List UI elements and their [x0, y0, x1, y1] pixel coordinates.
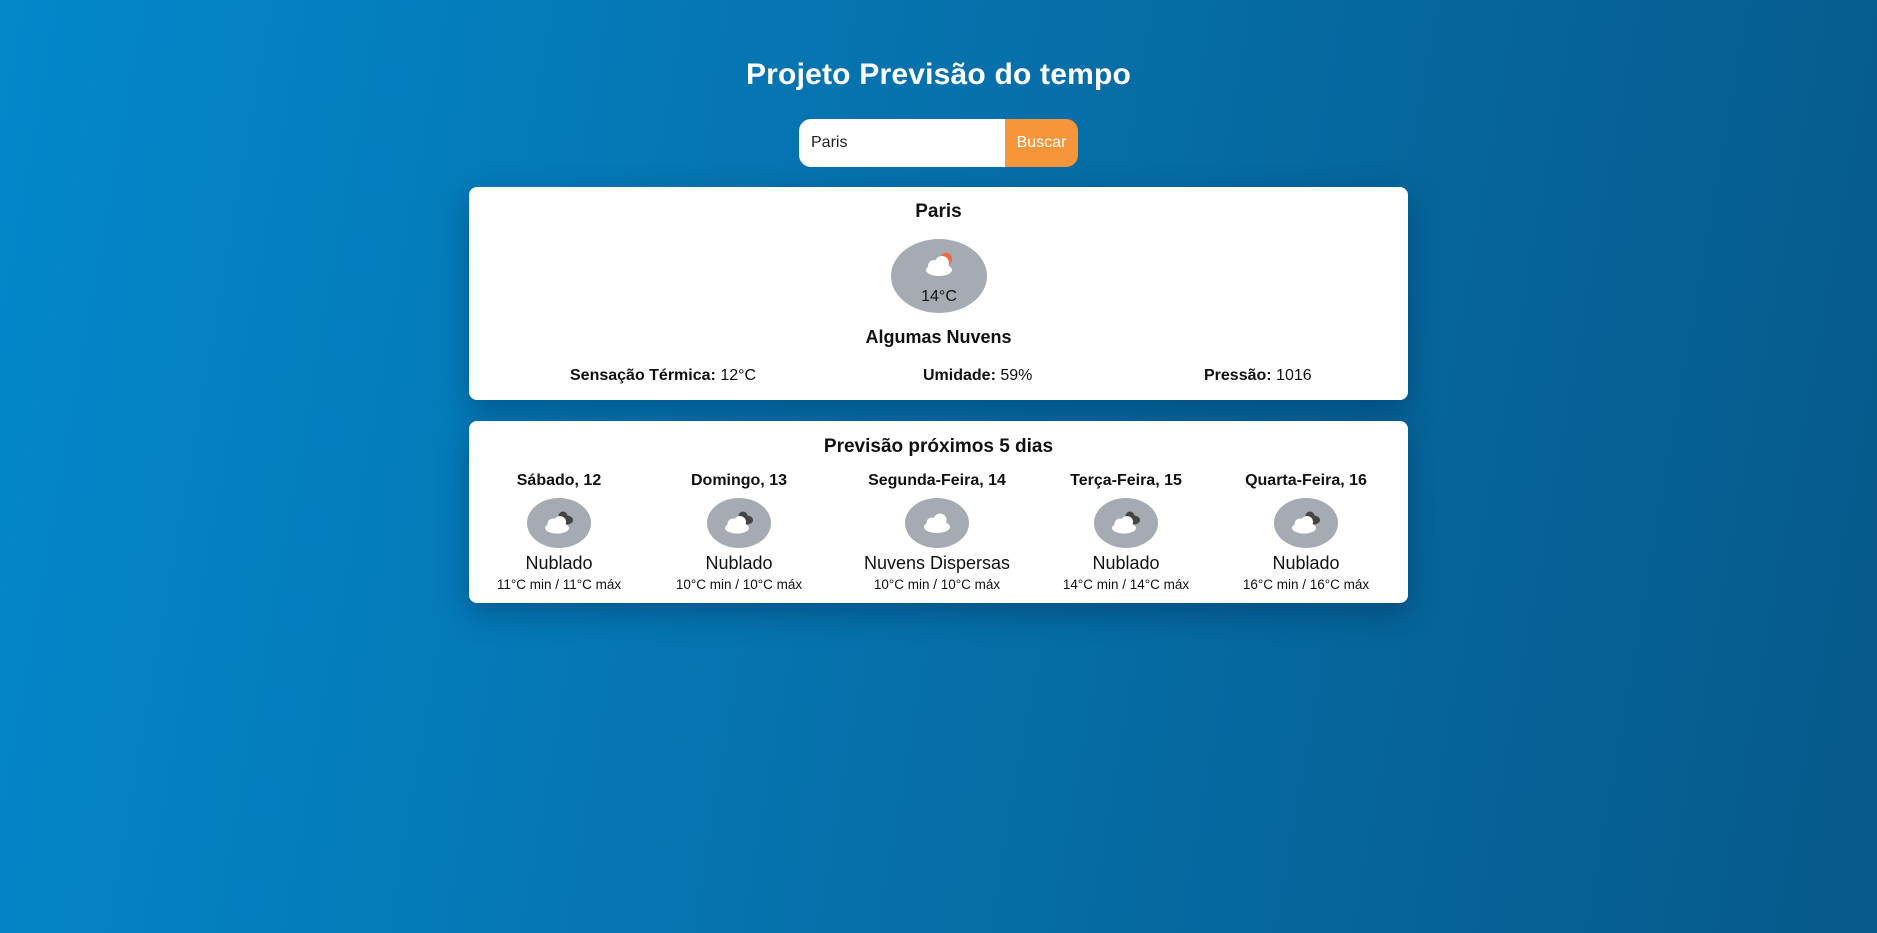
city-name: Paris	[915, 201, 962, 222]
current-weather-card: Paris 14°C Algumas Nuvens Sensação Térmi…	[469, 187, 1408, 400]
forecast-weather-badge	[1094, 498, 1158, 548]
pressure-detail: Pressão: 1016	[1204, 367, 1312, 385]
city-search-input[interactable]	[799, 119, 1005, 167]
forecast-temp-range: 11°C min / 11°C máx	[496, 577, 622, 592]
forecast-temp-range: 16°C min / 16°C máx	[1242, 577, 1370, 592]
forecast-day-name: Sábado, 12	[516, 472, 602, 489]
forecast-day-name: Terça-Feira, 15	[1070, 472, 1182, 489]
forecast-temp-range: 10°C min / 10°C máx	[873, 577, 1001, 592]
scattered-clouds-icon	[924, 513, 950, 533]
forecast-temp-range: 14°C min / 14°C máx	[1062, 577, 1190, 592]
forecast-day-name: Domingo, 13	[690, 472, 787, 489]
partly-cloudy-day-icon	[926, 253, 952, 276]
forecast-temp-range: 10°C min / 10°C máx	[675, 577, 803, 592]
forecast-day: Terça-Feira, 15 Nublado 14°C min / 14°C …	[1036, 471, 1216, 592]
forecast-weather-badge	[527, 498, 591, 548]
current-description: Algumas Nuvens	[865, 327, 1012, 347]
feels-like-label: Sensação Térmica:	[570, 367, 716, 384]
forecast-weather-badge	[707, 498, 771, 548]
search-bar: Buscar	[799, 119, 1078, 167]
humidity-label: Umidade:	[923, 367, 996, 384]
forecast-weather-badge	[905, 498, 969, 548]
overcast-clouds-icon	[545, 511, 573, 534]
pressure-value: 1016	[1276, 367, 1312, 384]
overcast-clouds-icon	[1292, 511, 1320, 534]
forecast-title: Previsão próximos 5 dias	[823, 436, 1054, 457]
forecast-description: Nuvens Dispersas	[863, 553, 1011, 573]
forecast-day: Quarta-Feira, 16 Nublado 16°C min / 16°C…	[1216, 471, 1396, 592]
forecast-card: Previsão próximos 5 dias Sábado, 12 Nubl…	[469, 421, 1408, 603]
pressure-label: Pressão:	[1204, 367, 1272, 384]
forecast-description: Nublado	[1272, 553, 1340, 573]
forecast-day: Domingo, 13 Nublado 10°C min / 10°C máx	[649, 471, 829, 592]
overcast-clouds-icon	[1112, 511, 1140, 534]
humidity-value: 59%	[1000, 367, 1033, 384]
page-title: Projeto Previsão do tempo	[745, 58, 1132, 91]
forecast-description: Nublado	[525, 553, 593, 573]
overcast-clouds-icon	[725, 511, 753, 534]
humidity-detail: Umidade: 59%	[923, 367, 1032, 385]
current-weather-badge: 14°C	[891, 239, 987, 313]
current-temperature: 14°C	[921, 288, 957, 305]
forecast-day-name: Segunda-Feira, 14	[868, 472, 1006, 489]
forecast-day-name: Quarta-Feira, 16	[1245, 472, 1367, 489]
forecast-description: Nublado	[705, 553, 773, 573]
forecast-description: Nublado	[1092, 553, 1160, 573]
feels-like-value: 12°C	[720, 367, 757, 384]
feels-like-detail: Sensação Térmica: 12°C	[570, 367, 756, 385]
search-button[interactable]: Buscar	[1005, 119, 1078, 167]
forecast-weather-badge	[1274, 498, 1338, 548]
forecast-day: Sábado, 12 Nublado 11°C min / 11°C máx	[469, 471, 649, 592]
forecast-day: Segunda-Feira, 14 Nuvens Dispersas 10°C …	[847, 471, 1027, 592]
